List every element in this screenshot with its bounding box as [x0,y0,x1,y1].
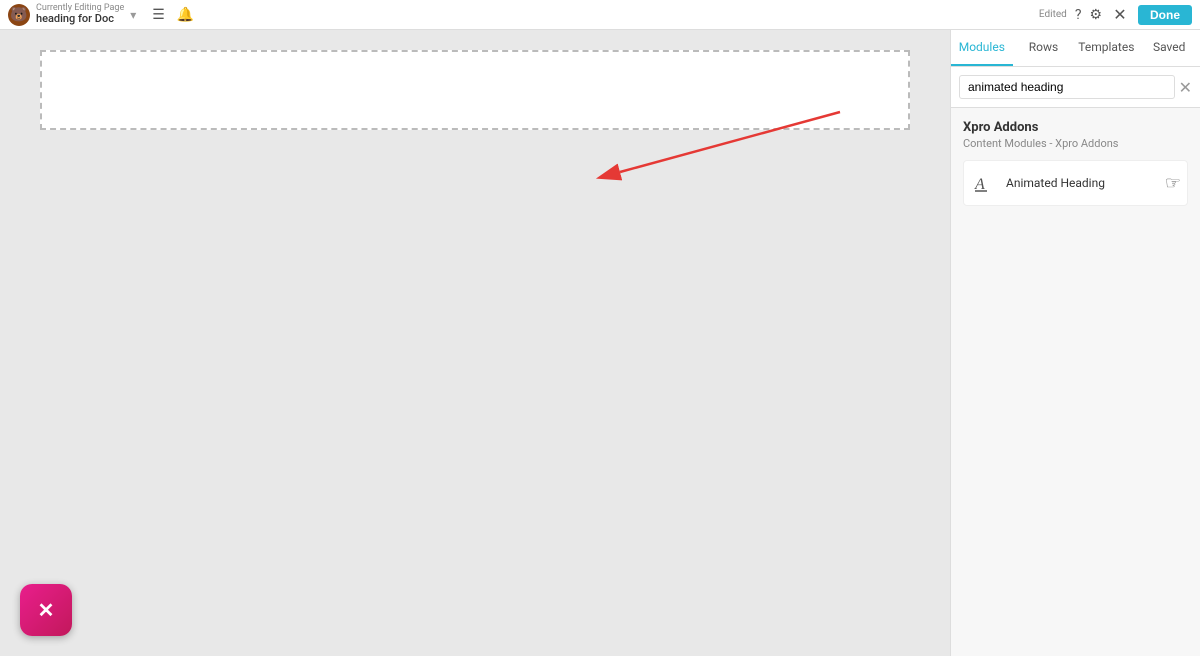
search-clear-icon[interactable]: ✕ [1179,78,1192,97]
avatar: 🐻 [8,4,30,26]
chevron-down-icon[interactable]: ▾ [130,8,136,22]
top-bar-right: Edited ? ⚙ ✕ Done [1039,5,1192,25]
module-icon-animated-heading: A [970,169,998,197]
cancel-button[interactable]: ✕ [20,584,72,636]
module-label-animated-heading: Animated Heading [1006,176,1165,190]
section-subtitle: Content Modules - Xpro Addons [963,137,1188,150]
x-icon: ✕ [38,598,55,622]
search-bar: ✕ [951,67,1200,108]
top-bar: 🐻 Currently Editing Page heading for Doc… [0,0,1200,30]
list-icon[interactable]: ☰ [152,7,165,23]
tab-templates[interactable]: Templates [1074,30,1138,66]
edited-label: Edited [1039,9,1067,20]
bell-icon[interactable]: 🔔 [177,7,194,23]
done-button[interactable]: Done [1138,5,1192,25]
section-title: Xpro Addons [963,120,1188,135]
page-block [40,50,910,130]
panel-content: Xpro Addons Content Modules - Xpro Addon… [951,108,1200,656]
right-panel: Modules Rows Templates Saved ✕ Xpro Addo… [950,30,1200,656]
title-group: Currently Editing Page heading for Doc [36,4,124,26]
page-title: heading for Doc [36,13,124,25]
canvas-area [0,30,950,656]
top-bar-left: 🐻 Currently Editing Page heading for Doc… [8,4,1039,26]
help-icon[interactable]: ? [1075,7,1082,23]
tab-rows[interactable]: Rows [1013,30,1075,66]
panel-tabs: Modules Rows Templates Saved [951,30,1200,67]
tab-saved[interactable]: Saved [1138,30,1200,66]
settings-icon[interactable]: ⚙ [1089,7,1102,23]
search-input[interactable] [959,75,1175,99]
cursor-icon: ☞ [1165,173,1181,194]
tab-modules[interactable]: Modules [951,30,1013,66]
close-button[interactable]: ✕ [1110,5,1130,25]
module-item-animated-heading[interactable]: A Animated Heading ☞ [963,160,1188,206]
